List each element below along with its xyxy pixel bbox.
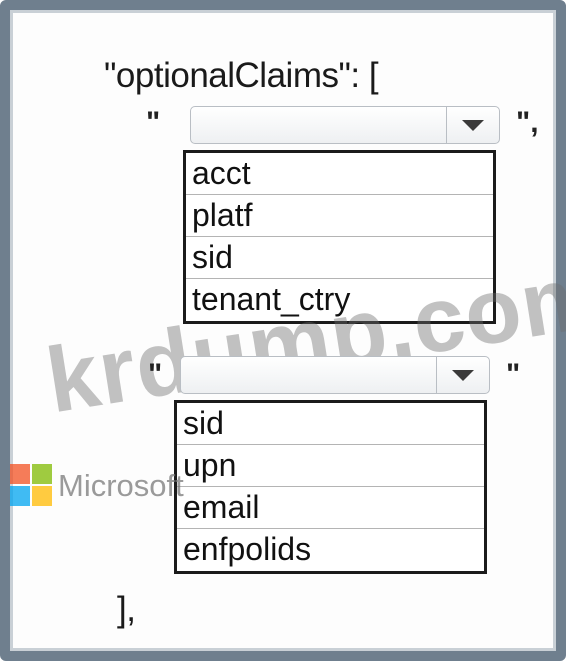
first-open-quote: " bbox=[146, 106, 161, 139]
first-dropdown-button[interactable] bbox=[446, 107, 499, 143]
second-close-quote: " bbox=[506, 358, 521, 391]
first-close-quote: ", bbox=[516, 106, 539, 139]
option-upn[interactable]: upn bbox=[177, 445, 484, 487]
option-platf[interactable]: platf bbox=[186, 195, 493, 237]
chevron-down-icon bbox=[462, 119, 484, 131]
option-sid[interactable]: sid bbox=[186, 237, 493, 279]
second-open-quote: " bbox=[148, 358, 163, 391]
option-enfpolids[interactable]: enfpolids bbox=[177, 529, 484, 571]
first-claim-options: acct platf sid tenant_ctry bbox=[183, 150, 496, 324]
chevron-down-icon bbox=[452, 369, 474, 381]
optional-claims-key: "optionalClaims": [ bbox=[104, 56, 379, 95]
option-sid[interactable]: sid bbox=[177, 403, 484, 445]
option-tenant-ctry[interactable]: tenant_ctry bbox=[186, 279, 493, 321]
first-claim-dropdown[interactable] bbox=[190, 106, 500, 144]
second-claim-options: sid upn email enfpolids bbox=[174, 400, 487, 574]
option-acct[interactable]: acct bbox=[186, 153, 493, 195]
microsoft-logo-text: Microsoft bbox=[58, 468, 184, 503]
option-email[interactable]: email bbox=[177, 487, 484, 529]
second-dropdown-button[interactable] bbox=[436, 357, 489, 393]
second-claim-dropdown[interactable] bbox=[180, 356, 490, 394]
microsoft-logo-icon bbox=[10, 464, 52, 506]
closing-bracket: ], bbox=[117, 590, 136, 629]
